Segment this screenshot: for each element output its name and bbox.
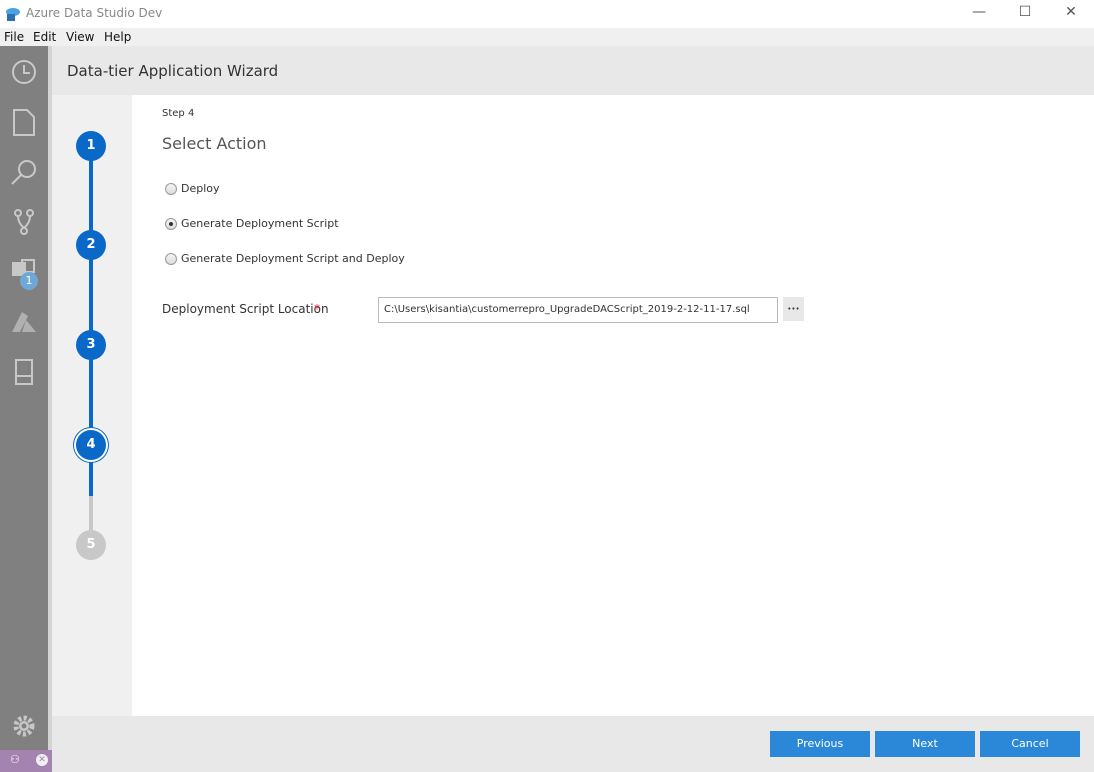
step-4[interactable]: 4: [76, 430, 106, 460]
settings-gear-icon[interactable]: [8, 710, 40, 742]
cancel-button[interactable]: Cancel: [980, 731, 1080, 757]
radio-label: Deploy: [181, 182, 220, 195]
menu-edit[interactable]: Edit: [33, 30, 56, 44]
activity-bar: 1: [0, 46, 48, 750]
source-control-icon[interactable]: [8, 206, 40, 238]
window-title: Azure Data Studio Dev: [26, 6, 163, 20]
menu-help[interactable]: Help: [104, 30, 131, 44]
step-1[interactable]: 1: [76, 131, 106, 161]
step-5[interactable]: 5: [76, 530, 106, 560]
wizard-title: Data-tier Application Wizard: [67, 62, 279, 80]
radio-deploy[interactable]: Deploy: [165, 182, 220, 195]
step-3[interactable]: 3: [76, 330, 106, 360]
location-input[interactable]: C:\Users\kisantia\customerrepro_UpgradeD…: [378, 297, 778, 323]
maximize-button[interactable]: ☐: [1002, 0, 1048, 28]
browse-button[interactable]: •••: [783, 297, 804, 321]
minimize-button[interactable]: —: [956, 0, 1002, 28]
required-mark: *: [314, 302, 320, 316]
history-icon[interactable]: [8, 56, 40, 88]
azure-icon[interactable]: [8, 306, 40, 338]
next-button[interactable]: Next: [875, 731, 975, 757]
radio-circle-selected[interactable]: [165, 217, 177, 230]
errors-icon[interactable]: ✕: [36, 754, 48, 766]
menu-view[interactable]: View: [66, 30, 94, 44]
wizard-content: [132, 95, 1094, 716]
extensions-badge: 1: [20, 272, 38, 290]
radio-generate-script[interactable]: Generate Deployment Script: [165, 217, 339, 230]
menu-bar: File Edit View Help: [0, 28, 1094, 46]
radio-label: Generate Deployment Script and Deploy: [181, 252, 405, 265]
search-icon[interactable]: [8, 156, 40, 188]
step-2[interactable]: 2: [76, 230, 106, 260]
menu-file[interactable]: File: [4, 30, 24, 44]
notebook-icon[interactable]: [8, 356, 40, 388]
title-bar: Azure Data Studio Dev — ☐ ✕: [0, 0, 1094, 28]
page-title: Select Action: [162, 134, 267, 153]
radio-circle[interactable]: [165, 252, 177, 265]
app-logo-icon: [6, 8, 20, 21]
location-label: Deployment Script Location: [162, 302, 329, 316]
radio-generate-and-deploy[interactable]: Generate Deployment Script and Deploy: [165, 252, 405, 265]
file-icon[interactable]: [8, 106, 40, 138]
close-button[interactable]: ✕: [1048, 0, 1094, 28]
step-label: Step 4: [162, 108, 195, 119]
wizard-header: Data-tier Application Wizard: [52, 46, 1094, 95]
radio-label: Generate Deployment Script: [181, 217, 339, 230]
radio-circle[interactable]: [165, 182, 177, 195]
previous-button[interactable]: Previous: [770, 731, 870, 757]
accounts-icon[interactable]: ⚇: [10, 753, 20, 766]
status-bar: ⚇ ✕: [0, 750, 52, 772]
